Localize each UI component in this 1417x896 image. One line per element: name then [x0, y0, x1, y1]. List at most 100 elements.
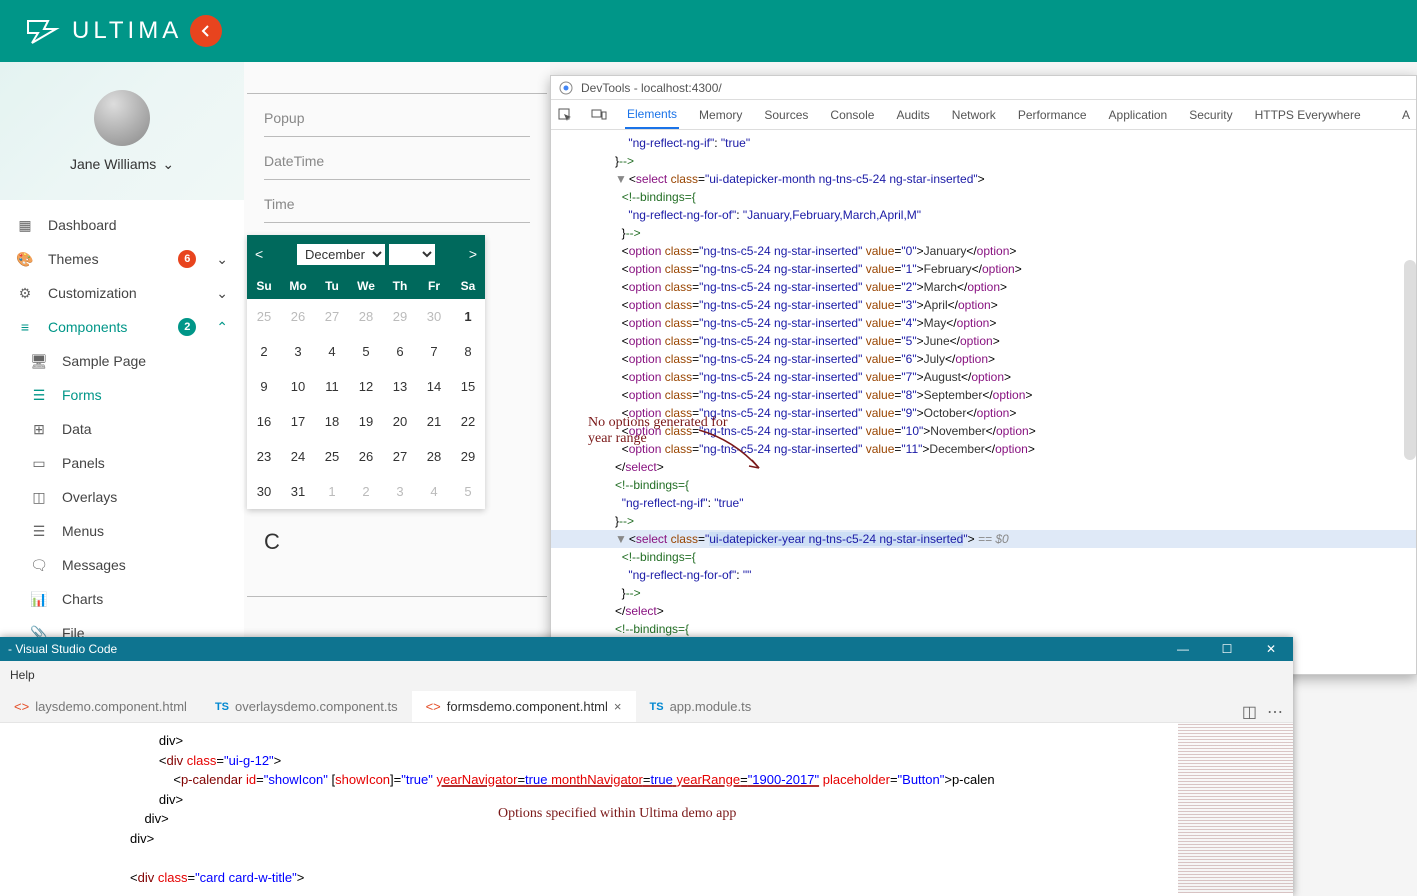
elements-line[interactable]: }-->	[551, 152, 1416, 170]
devtools-tab-performance[interactable]: Performance	[1016, 102, 1089, 128]
elements-line[interactable]: </select>	[551, 602, 1416, 620]
calendar-day-cell[interactable]: 10	[281, 369, 315, 404]
elements-line[interactable]: <!--bindings={	[551, 620, 1416, 638]
calendar-next-button[interactable]: >	[469, 246, 477, 262]
code-line[interactable]: <div class="card card-w-title">	[10, 868, 1293, 888]
calendar-day-cell[interactable]: 2	[247, 334, 281, 369]
nav-forms[interactable]: ☰Forms	[0, 378, 244, 412]
elements-line[interactable]: "ng-reflect-ng-for-of": "January,Februar…	[551, 206, 1416, 224]
maximize-button[interactable]: ☐	[1205, 637, 1249, 661]
elements-line[interactable]: </select>	[551, 458, 1416, 476]
elements-line[interactable]: }-->	[551, 512, 1416, 530]
split-icon[interactable]: ◫	[1242, 702, 1257, 722]
calendar-day-cell[interactable]: 7	[417, 334, 451, 369]
calendar-day-cell[interactable]: 27	[383, 439, 417, 474]
calendar-day-cell[interactable]: 30	[247, 474, 281, 509]
calendar-day-cell[interactable]: 17	[281, 404, 315, 439]
calendar-day-cell[interactable]: 4	[417, 474, 451, 509]
elements-line[interactable]: <!--bindings={	[551, 476, 1416, 494]
vscode-editor[interactable]: Options specified within Ultima demo app…	[0, 723, 1293, 895]
close-button[interactable]: ✕	[1249, 637, 1293, 661]
elements-line[interactable]: <option class="ng-tns-c5-24 ng-star-inse…	[551, 386, 1416, 404]
nav-themes[interactable]: 🎨Themes6⌄	[0, 242, 244, 276]
nav-dashboard[interactable]: ▦Dashboard	[0, 208, 244, 242]
editor-tab[interactable]: <>laysdemo.component.html	[0, 691, 201, 722]
elements-line[interactable]: <option class="ng-tns-c5-24 ng-star-inse…	[551, 314, 1416, 332]
calendar-day-cell[interactable]: 1	[315, 474, 349, 509]
calendar-day-cell[interactable]: 6	[383, 334, 417, 369]
calendar-day-cell[interactable]: 30	[417, 299, 451, 334]
calendar-day-cell[interactable]: 26	[281, 299, 315, 334]
calendar-day-cell[interactable]: 21	[417, 404, 451, 439]
calendar-day-cell[interactable]: 11	[315, 369, 349, 404]
code-line[interactable]: <p-calendar id="showIcon" [showIcon]="tr…	[10, 770, 1293, 790]
devtools-tab-application[interactable]: Application	[1107, 102, 1170, 128]
elements-line[interactable]: <option class="ng-tns-c5-24 ng-star-inse…	[551, 332, 1416, 350]
devtools-tab-audits[interactable]: Audits	[894, 102, 931, 128]
calendar-day-cell[interactable]: 28	[417, 439, 451, 474]
calendar-day-cell[interactable]: 19	[349, 404, 383, 439]
calendar-day-cell[interactable]: 14	[417, 369, 451, 404]
elements-line[interactable]: <option class="ng-tns-c5-24 ng-star-inse…	[551, 368, 1416, 386]
nav-charts[interactable]: 📊Charts	[0, 582, 244, 616]
calendar-month-select[interactable]: December	[297, 244, 385, 265]
devtools-tab-memory[interactable]: Memory	[697, 102, 744, 128]
devtools-elements-body[interactable]: "ng-reflect-ng-if": "true" }--> ▼<select…	[551, 130, 1416, 650]
vscode-titlebar[interactable]: - Visual Studio Code — ☐ ✕	[0, 637, 1293, 661]
calendar-day-cell[interactable]: 3	[383, 474, 417, 509]
scrollbar[interactable]	[1404, 260, 1416, 460]
elements-line[interactable]: <!--bindings={	[551, 548, 1416, 566]
nav-panels[interactable]: ▭Panels	[0, 446, 244, 480]
calendar-day-cell[interactable]: 8	[451, 334, 485, 369]
calendar-day-cell[interactable]: 20	[383, 404, 417, 439]
calendar-day-cell[interactable]: 18	[315, 404, 349, 439]
datetime-field[interactable]: DateTime	[264, 149, 530, 180]
nav-overlays[interactable]: ◫Overlays	[0, 480, 244, 514]
devtools-tab-console[interactable]: Console	[828, 102, 876, 128]
calendar-day-cell[interactable]: 31	[281, 474, 315, 509]
popup-field[interactable]: Popup	[264, 106, 530, 137]
calendar-day-cell[interactable]: 24	[281, 439, 315, 474]
calendar-day-cell[interactable]: 1	[451, 299, 485, 334]
calendar-day-cell[interactable]: 25	[247, 299, 281, 334]
calendar-day-cell[interactable]: 5	[451, 474, 485, 509]
devtools-tab-elements[interactable]: Elements	[625, 101, 679, 129]
calendar-day-cell[interactable]: 23	[247, 439, 281, 474]
calendar-day-cell[interactable]: 27	[315, 299, 349, 334]
devtools-tab-security[interactable]: Security	[1187, 102, 1234, 128]
avatar[interactable]	[94, 90, 150, 146]
code-line[interactable]: <div class="ui-g-12">	[10, 751, 1293, 771]
elements-line[interactable]: <option class="ng-tns-c5-24 ng-star-inse…	[551, 296, 1416, 314]
devtools-more[interactable]: A	[1402, 108, 1410, 122]
elements-line[interactable]: "ng-reflect-ng-for-of": ""	[551, 566, 1416, 584]
nav-sample-page[interactable]: 🖥Sample Page	[0, 344, 244, 378]
calendar-day-cell[interactable]: 4	[315, 334, 349, 369]
calendar-day-cell[interactable]: 2	[349, 474, 383, 509]
calendar-day-cell[interactable]: 5	[349, 334, 383, 369]
elements-line[interactable]: "ng-reflect-ng-if": "true"	[551, 494, 1416, 512]
code-line[interactable]: div>	[10, 731, 1293, 751]
editor-tab[interactable]: TSoverlaysdemo.component.ts	[201, 691, 412, 722]
calendar-day-cell[interactable]: 9	[247, 369, 281, 404]
minimap[interactable]	[1178, 723, 1293, 893]
devtools-tab-https everywhere[interactable]: HTTPS Everywhere	[1253, 102, 1363, 128]
calendar-day-cell[interactable]: 13	[383, 369, 417, 404]
elements-line[interactable]: }-->	[551, 224, 1416, 242]
elements-line[interactable]: ▼<select class="ui-datepicker-month ng-t…	[551, 170, 1416, 188]
devtools-titlebar[interactable]: DevTools - localhost:4300/	[551, 76, 1416, 100]
inspect-icon[interactable]	[557, 107, 573, 123]
elements-line[interactable]: <option class="ng-tns-c5-24 ng-star-inse…	[551, 242, 1416, 260]
more-icon[interactable]: ⋯	[1267, 702, 1283, 722]
calendar-year-select[interactable]	[389, 244, 435, 265]
devtools-tab-sources[interactable]: Sources	[762, 102, 810, 128]
username-dropdown[interactable]: Jane Williams ⌄	[70, 156, 174, 173]
elements-line[interactable]: "ng-reflect-ng-if": "true"	[551, 134, 1416, 152]
calendar-day-cell[interactable]: 15	[451, 369, 485, 404]
elements-line[interactable]: }-->	[551, 584, 1416, 602]
sidebar-collapse-button[interactable]	[190, 15, 222, 47]
device-icon[interactable]	[591, 107, 607, 123]
nav-messages[interactable]: 🗨Messages	[0, 548, 244, 582]
calendar-day-cell[interactable]: 22	[451, 404, 485, 439]
nav-components[interactable]: ≡Components2⌃	[0, 310, 244, 344]
nav-menus[interactable]: ☰Menus	[0, 514, 244, 548]
